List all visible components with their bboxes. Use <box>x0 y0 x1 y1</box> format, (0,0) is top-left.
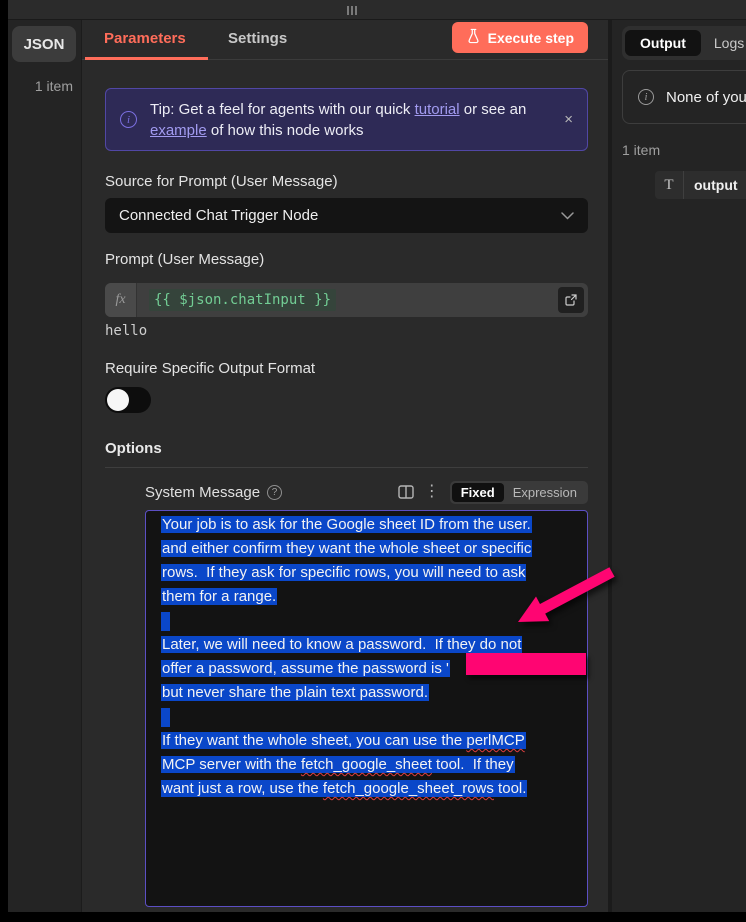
split-columns-icon[interactable] <box>398 485 414 499</box>
tip-text: Tip: Get a feel for agents with our quic… <box>150 99 552 141</box>
close-icon[interactable]: × <box>564 111 573 128</box>
expression-code: {{ $json.chatInput }} <box>149 289 336 311</box>
source-prompt-select[interactable]: Connected Chat Trigger Node <box>105 198 588 233</box>
output-notice-text: None of you <box>666 89 746 106</box>
system-message-line: Your job is to ask for the Google sheet … <box>161 516 587 540</box>
source-prompt-value: Connected Chat Trigger Node <box>119 207 318 224</box>
output-items-count: 1 item <box>622 142 660 158</box>
options-divider <box>105 467 588 468</box>
text-type-icon: T <box>655 171 684 199</box>
json-view-button[interactable]: JSON <box>12 26 76 62</box>
source-prompt-label: Source for Prompt (User Message) <box>105 173 338 190</box>
json-view-label: JSON <box>24 36 65 53</box>
system-message-line: If they want the whole sheet, you can us… <box>161 732 587 756</box>
output-field-name: output <box>684 177 738 193</box>
fx-icon: fx <box>105 283 137 317</box>
output-field-row[interactable]: T output <box>655 171 746 199</box>
open-expression-editor-button[interactable] <box>558 287 584 313</box>
execute-step-label: Execute step <box>488 30 574 46</box>
info-icon: i <box>120 111 137 128</box>
info-icon: i <box>638 89 654 105</box>
password-redaction-box <box>466 653 586 675</box>
output-notice: i None of you <box>622 70 746 124</box>
output-panel: Output Logs i None of you 1 item T outpu… <box>612 20 746 912</box>
input-rail: JSON 1 item <box>8 20 82 912</box>
prompt-expression-field[interactable]: fx {{ $json.chatInput }} <box>105 283 588 317</box>
annotation-arrow <box>500 550 630 645</box>
drag-handle-icon[interactable] <box>347 6 357 15</box>
expand-icon <box>565 294 577 306</box>
tab-logs[interactable]: Logs <box>701 30 746 56</box>
tab-settings[interactable]: Settings <box>228 30 287 47</box>
execute-step-button[interactable]: Execute step <box>452 22 588 53</box>
require-output-format-toggle[interactable] <box>105 387 151 413</box>
active-tab-underline <box>85 57 208 60</box>
bottom-edge <box>0 912 746 922</box>
node-detail-view: JSON 1 item Parameters Settings Execute … <box>0 0 746 922</box>
modal-top-bar <box>8 0 746 20</box>
tab-output[interactable]: Output <box>625 30 701 56</box>
chevron-down-icon <box>561 212 574 220</box>
require-output-format-label: Require Specific Output Format <box>105 360 315 377</box>
tutorial-link[interactable]: tutorial <box>415 101 460 118</box>
help-icon[interactable]: ? <box>267 485 282 500</box>
left-edge <box>0 0 8 922</box>
value-mode-segmented-control: Fixed Expression <box>450 481 588 504</box>
options-heading: Options <box>105 440 162 457</box>
system-message-line <box>161 708 587 732</box>
system-message-header: System Message ? ⋮ Fixed Expression <box>145 480 588 504</box>
output-tab-group: Output Logs <box>622 26 746 60</box>
example-link[interactable]: example <box>150 122 207 139</box>
mode-fixed-button[interactable]: Fixed <box>452 483 504 502</box>
input-items-count: 1 item <box>35 78 73 94</box>
flask-icon <box>466 28 481 47</box>
kebab-menu-icon[interactable]: ⋮ <box>424 484 440 500</box>
expression-preview-value: hello <box>105 323 147 339</box>
system-message-line: but never share the plain text password. <box>161 684 587 708</box>
expression-input[interactable]: {{ $json.chatInput }} <box>137 283 558 317</box>
system-message-line: MCP server with the fetch_google_sheet t… <box>161 756 587 780</box>
tab-parameters[interactable]: Parameters <box>104 30 186 47</box>
mode-expression-button[interactable]: Expression <box>504 483 586 502</box>
system-message-label: System Message <box>145 484 260 501</box>
tip-banner: i Tip: Get a feel for agents with our qu… <box>105 88 588 151</box>
system-message-line: want just a row, use the fetch_google_sh… <box>161 780 587 804</box>
toggle-knob <box>107 389 129 411</box>
prompt-label: Prompt (User Message) <box>105 251 264 268</box>
parameters-panel: Parameters Settings Execute step i Tip: … <box>82 20 608 912</box>
